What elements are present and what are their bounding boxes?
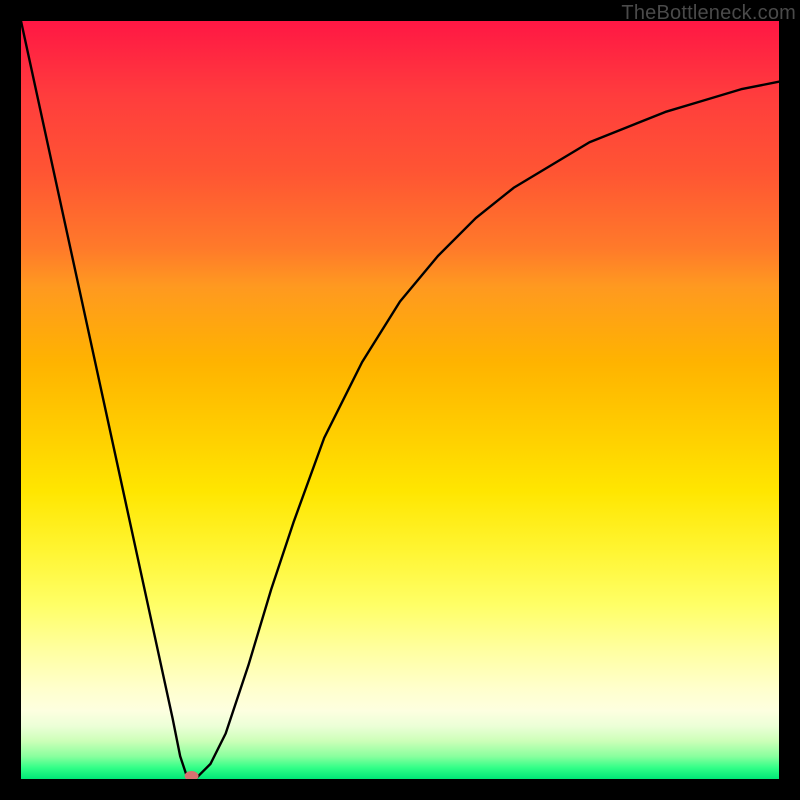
chart-frame bbox=[21, 21, 779, 779]
watermark-text: TheBottleneck.com bbox=[621, 2, 796, 25]
curve-layer bbox=[21, 21, 779, 779]
bottleneck-curve bbox=[21, 21, 779, 779]
